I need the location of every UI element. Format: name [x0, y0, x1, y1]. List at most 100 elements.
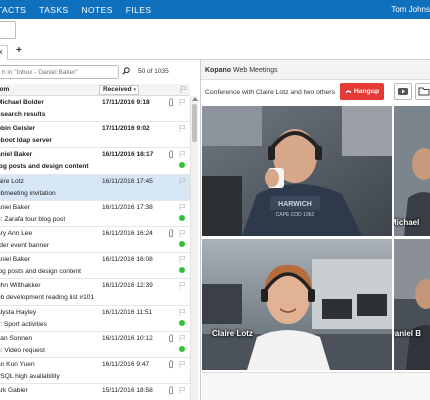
message-date: 16/11/2016 10:12	[102, 334, 153, 342]
message-date: 16/11/2016 18:17	[102, 151, 154, 159]
message-row[interactable]: alysta Hayley 16/11/2016 11:51 v: Sport ac…	[0, 305, 190, 332]
user-menu[interactable]: Tom Johns	[391, 5, 430, 14]
message-subject: log posts and design content	[0, 163, 89, 171]
meeting-header: Kopano Web Meetings	[201, 60, 430, 80]
meeting-pane: Kopano Web Meetings Conference with Clai…	[200, 60, 430, 400]
attachment-icon	[169, 386, 173, 395]
message-row[interactable]: yan Sonnen 16/11/2016 10:12 e: Video reque…	[0, 331, 190, 358]
message-from: ohn Wilthakker	[0, 282, 41, 290]
scroll-up-arrow-icon[interactable]	[192, 97, 198, 101]
main-nav: TACTS TASKS NOTES FILES	[0, 0, 164, 19]
hangup-button[interactable]: Hangup	[340, 83, 384, 100]
tab-inbox-close[interactable]: x	[0, 49, 3, 56]
youtube-share-button[interactable]	[394, 83, 412, 100]
video-tile-michael-large[interactable]: HARWICH CAPE COD 1962	[202, 106, 392, 236]
scroll-thumb[interactable]	[192, 104, 197, 142]
message-date: 16/11/2016 17:45	[102, 177, 153, 185]
participant-video	[394, 239, 430, 370]
flag-icon[interactable]	[179, 256, 186, 264]
video-grid: HARWICH CAPE COD 1962 Michael	[202, 106, 430, 370]
open-folder-button[interactable]	[415, 83, 430, 100]
message-list: Michael Bolder 17/11/2016 9:18 esearch res…	[0, 96, 190, 400]
column-received[interactable]: Received ▾	[99, 85, 139, 95]
message-subject: eb development reading list #101	[0, 294, 95, 302]
message-row[interactable]: ary Ann Lee 16/11/2016 16:24 rder event ba…	[0, 226, 190, 254]
message-row[interactable]: an Kun Yuen 16/11/2016 9:47 ySQL high avai…	[0, 357, 190, 385]
flag-icon[interactable]	[179, 308, 186, 316]
add-tab-button[interactable]: +	[16, 45, 22, 56]
flag-icon[interactable]	[179, 229, 186, 237]
participant-video: HARWICH CAPE COD 1962	[202, 106, 392, 236]
message-date: 16/11/2016 16:24	[102, 229, 153, 237]
message-from: yan Sonnen	[0, 334, 33, 342]
message-row[interactable]: laire Lotz 16/11/2016 17:45 ebmeeting invi…	[0, 174, 190, 201]
message-date: 17/11/2016 9:02	[102, 125, 150, 133]
unread-status-dot	[179, 162, 185, 169]
message-subject: rder event banner	[0, 241, 50, 249]
unread-status-dot	[179, 345, 185, 352]
message-from: aniel Baker	[0, 256, 30, 264]
message-subject: ebmeeting invitation	[0, 189, 56, 197]
participant-video	[202, 239, 392, 370]
flag-icon[interactable]	[179, 360, 186, 368]
youtube-icon	[398, 88, 408, 95]
message-subject: v: Sport activities	[0, 320, 47, 328]
message-subject: e: Video request	[0, 346, 45, 354]
message-date: 15/11/2016 18:58	[102, 387, 153, 395]
unread-status-dot	[179, 319, 185, 326]
list-scrollbar[interactable]	[190, 96, 198, 400]
mail-list-pane: 50 of 1035 rom Received▾ Michael Bolder 1…	[0, 60, 199, 400]
message-from: ark Gabler	[0, 387, 28, 395]
tab-inbox[interactable]: x	[0, 45, 8, 60]
video-tile-daniel[interactable]: Daniel B	[394, 239, 430, 370]
message-date: 16/11/2016 17:38	[102, 203, 153, 211]
video-tile-michael[interactable]: Michael	[394, 106, 430, 236]
message-row[interactable]: Michael Bolder 17/11/2016 9:18 esearch res…	[0, 96, 190, 123]
attachment-icon	[169, 150, 173, 159]
video-tile-claire-lotz[interactable]: Claire Lotz	[202, 239, 392, 370]
tab-strip: x +	[0, 41, 430, 60]
message-subject: eboot ldap server	[0, 137, 52, 145]
phone-icon	[345, 89, 352, 93]
message-row[interactable]: aniel Baker 16/11/2016 17:38 e: Zarafa tou…	[0, 200, 190, 227]
attachment-icon	[169, 360, 173, 369]
hangup-label: Hangup	[353, 88, 380, 95]
new-item-button[interactable]	[0, 21, 16, 39]
message-row[interactable]: aniel Baker 16/11/2016 16:08 log posts and…	[0, 253, 190, 280]
flag-icon[interactable]	[179, 387, 186, 395]
flag-icon[interactable]	[179, 203, 186, 211]
message-from: ary Ann Lee	[0, 229, 33, 237]
message-row[interactable]: ohn Wilthakker 16/11/2016 12:39 eb develop…	[0, 279, 190, 306]
unread-status-dot	[179, 240, 185, 247]
nav-contacts[interactable]: TACTS	[0, 5, 26, 15]
nav-tasks[interactable]: TASKS	[39, 5, 68, 15]
message-subject: e: Zarafa tour blog post	[0, 215, 66, 223]
message-row[interactable]: ark Gabler 15/11/2016 18:58	[0, 384, 190, 400]
flag-icon[interactable]	[179, 125, 186, 133]
nav-files[interactable]: FILES	[126, 5, 152, 15]
flag-icon[interactable]	[179, 151, 186, 159]
meeting-app-brand: Kopano	[205, 67, 232, 74]
message-from: aniel Baker	[0, 151, 33, 159]
attachment-icon	[169, 98, 173, 107]
message-date: 17/11/2016 9:18	[102, 99, 150, 106]
message-row[interactable]: aniel Baker 16/11/2016 18:17 log posts and…	[0, 148, 190, 175]
flag-icon[interactable]	[179, 177, 186, 185]
attachment-icon	[169, 229, 173, 238]
message-row[interactable]: obin Geisler 17/11/2016 9:02 eboot ldap se…	[0, 122, 190, 149]
nav-notes[interactable]: NOTES	[81, 5, 112, 15]
flag-icon[interactable]	[179, 99, 186, 106]
message-subject: ySQL high availability	[0, 372, 60, 380]
meeting-app-name: Web Meetings	[231, 67, 278, 74]
message-from: obin Geisler	[0, 125, 36, 133]
message-from: alysta Hayley	[0, 308, 37, 316]
conference-bar: Conference with Claire Lotz and two othe…	[201, 80, 430, 105]
flag-column-icon	[180, 86, 187, 93]
search-icon[interactable]	[122, 67, 130, 75]
message-subject: esearch results	[0, 111, 46, 118]
flag-icon[interactable]	[179, 334, 186, 342]
column-from[interactable]: rom	[0, 86, 9, 93]
message-from: Michael Bolder	[0, 99, 44, 106]
flag-icon[interactable]	[179, 282, 186, 290]
search-input[interactable]	[0, 66, 118, 78]
